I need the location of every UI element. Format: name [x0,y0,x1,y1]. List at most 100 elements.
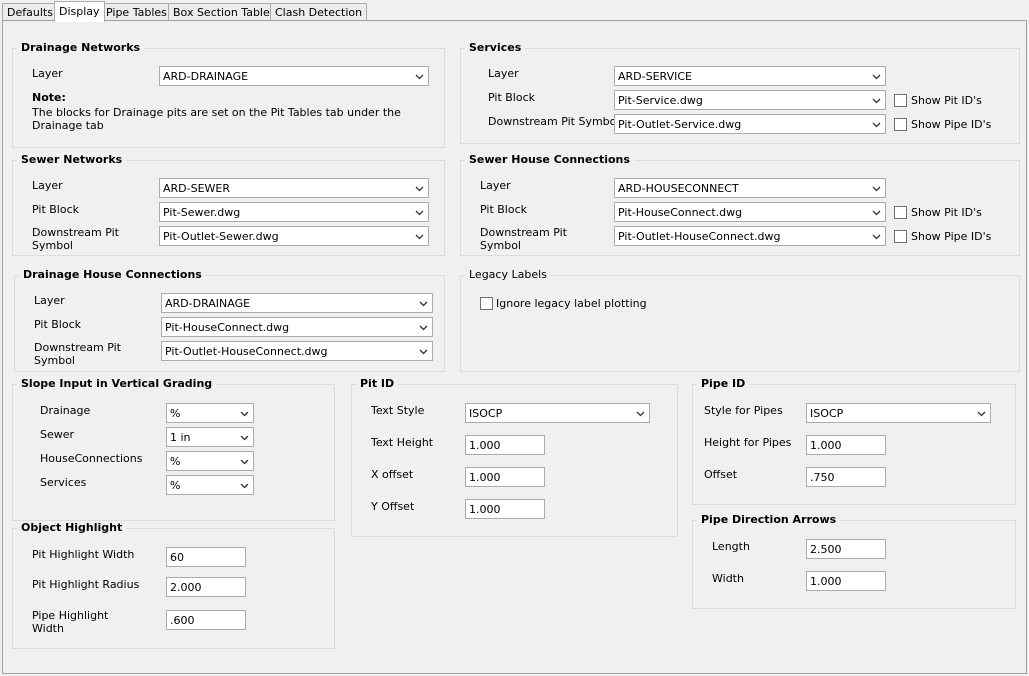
pipe-height-field[interactable]: 1.000 [806,435,886,455]
show-pit-ids-checkbox[interactable] [894,206,907,219]
show-pipe-ids-checkbox[interactable] [894,230,907,243]
drainage-house-layer-select[interactable]: ARD-DRAINAGE [161,293,433,313]
select-value: Pit-HouseConnect.dwg [618,206,743,219]
sewer-slope-select[interactable]: 1 in [166,427,254,447]
pit-block-label: Pit Block [480,203,528,216]
sewer-slope-label: Sewer [40,428,75,441]
downstream-pit-symbol-label: Downstream Pit Symbol [488,115,620,128]
group-title: Slope Input in Vertical Grading [17,377,217,390]
select-value: ISOCP [469,407,503,420]
chevron-down-icon [415,234,424,240]
text-height-label: Text Height [371,436,434,449]
pipe-offset-field[interactable]: .750 [806,467,886,487]
select-value: ARD-SERVICE [618,70,692,83]
select-value: Pit-Outlet-Sewer.dwg [163,230,279,243]
pit-text-style-select[interactable]: ISOCP [465,403,650,423]
select-value: ARD-DRAINAGE [163,70,249,83]
services-layer-select[interactable]: ARD-SERVICE [614,66,886,86]
chevron-down-icon [415,74,424,80]
pit-id-group: Pit ID Text Style ISOCP Text Height 1.00… [351,377,678,537]
chevron-down-icon [419,349,428,355]
group-title: Sewer Networks [17,153,127,166]
pit-text-height-field[interactable]: 1.000 [465,435,545,455]
chevron-down-icon [419,301,428,307]
pit-y-offset-field[interactable]: 1.000 [465,499,545,519]
group-title: Services [465,41,526,54]
pipe-offset-label: Offset [704,468,738,481]
group-title: Pit ID [356,377,399,390]
chevron-down-icon [240,483,249,489]
drainage-house-downstream-select[interactable]: Pit-Outlet-HouseConnect.dwg [161,341,433,361]
select-value: Pit-Service.dwg [618,94,703,107]
sewer-downstream-select[interactable]: Pit-Outlet-Sewer.dwg [159,226,429,246]
sewer-house-pit-block-select[interactable]: Pit-HouseConnect.dwg [614,202,886,222]
tab-display[interactable]: Display [54,1,105,22]
pipe-direction-arrows-group: Pipe Direction Arrows Length 2.500 Width… [692,513,1016,609]
chevron-down-icon [240,459,249,465]
pit-block-label: Pit Block [32,203,80,216]
chevron-down-icon [240,435,249,441]
drainage-house-pit-block-select[interactable]: Pit-HouseConnect.dwg [161,317,433,337]
chevron-down-icon [636,411,645,417]
show-pit-ids-label: Show Pit ID's [911,206,982,219]
tab-defaults[interactable]: Defaults [2,3,58,20]
select-value: Pit-Outlet-Service.dwg [618,118,742,131]
arrow-length-field[interactable]: 2.500 [806,539,886,559]
house-connections-slope-select[interactable]: % [166,451,254,471]
pipe-id-group: Pipe ID Style for Pipes ISOCP Height for… [692,377,1016,505]
chevron-down-icon [872,122,881,128]
select-value: Pit-Sewer.dwg [163,206,241,219]
height-for-pipes-label: Height for Pipes [704,436,792,449]
field-value: 60 [170,551,184,564]
chevron-down-icon [977,411,986,417]
ignore-legacy-label-text: Ignore legacy label plotting [496,297,647,310]
pit-highlight-width-field[interactable]: 60 [166,547,246,567]
tab-box-section-tables[interactable]: Box Section Tables [168,3,281,20]
chevron-down-icon [872,186,881,192]
sewer-house-layer-select[interactable]: ARD-HOUSECONNECT [614,178,886,198]
field-value: 2.500 [810,543,842,556]
tab-pipe-tables[interactable]: Pipe Tables [101,3,172,20]
layer-label: Layer [34,294,65,307]
show-pit-ids-label: Show Pit ID's [911,94,982,107]
select-value: ARD-DRAINAGE [165,297,251,310]
select-value: % [170,407,181,420]
sewer-house-connections-group: Sewer House Connections Layer ARD-HOUSEC… [460,153,1020,256]
field-value: 1.000 [810,575,842,588]
show-pit-ids-checkbox[interactable] [894,94,907,107]
show-pipe-ids-label: Show Pipe ID's [911,230,992,243]
drainage-layer-select[interactable]: ARD-DRAINAGE [159,66,429,86]
tab-clash-detection[interactable]: Clash Detection [270,3,368,20]
group-title: Drainage Networks [17,41,145,54]
services-downstream-select[interactable]: Pit-Outlet-Service.dwg [614,114,886,134]
services-group: Services Layer ARD-SERVICE Pit Block Pit… [460,41,1020,144]
sewer-networks-group: Sewer Networks Layer ARD-SEWER Pit Block… [12,153,445,256]
layer-label: Layer [488,67,519,80]
drainage-slope-select[interactable]: % [166,403,254,423]
pit-highlight-radius-label: Pit Highlight Radius [32,578,140,591]
pit-highlight-radius-field[interactable]: 2.000 [166,577,246,597]
field-value: .600 [170,614,195,627]
pit-block-label: Pit Block [34,318,82,331]
sewer-pit-block-select[interactable]: Pit-Sewer.dwg [159,202,429,222]
arrow-width-field[interactable]: 1.000 [806,571,886,591]
pipe-highlight-width-label: Pipe Highlight Width [32,609,109,635]
chevron-down-icon [415,210,424,216]
y-offset-label: Y Offset [371,500,415,513]
group-title: Pipe Direction Arrows [697,513,841,526]
ignore-legacy-label-checkbox[interactable] [480,297,493,310]
slope-input-group: Slope Input in Vertical Grading Drainage… [12,377,335,521]
sewer-layer-select[interactable]: ARD-SEWER [159,178,429,198]
layer-label: Layer [32,67,63,80]
field-value: 1.000 [469,471,501,484]
object-highlight-group: Object Highlight Pit Highlight Width 60 … [12,521,335,649]
pipe-highlight-width-field[interactable]: .600 [166,610,246,630]
sewer-house-downstream-select[interactable]: Pit-Outlet-HouseConnect.dwg [614,226,886,246]
pipe-style-select[interactable]: ISOCP [806,403,991,423]
services-slope-select[interactable]: % [166,475,254,495]
services-pit-block-select[interactable]: Pit-Service.dwg [614,90,886,110]
show-pipe-ids-checkbox[interactable] [894,118,907,131]
pit-x-offset-field[interactable]: 1.000 [465,467,545,487]
pit-highlight-width-label: Pit Highlight Width [32,548,135,561]
x-offset-label: X offset [371,468,414,481]
